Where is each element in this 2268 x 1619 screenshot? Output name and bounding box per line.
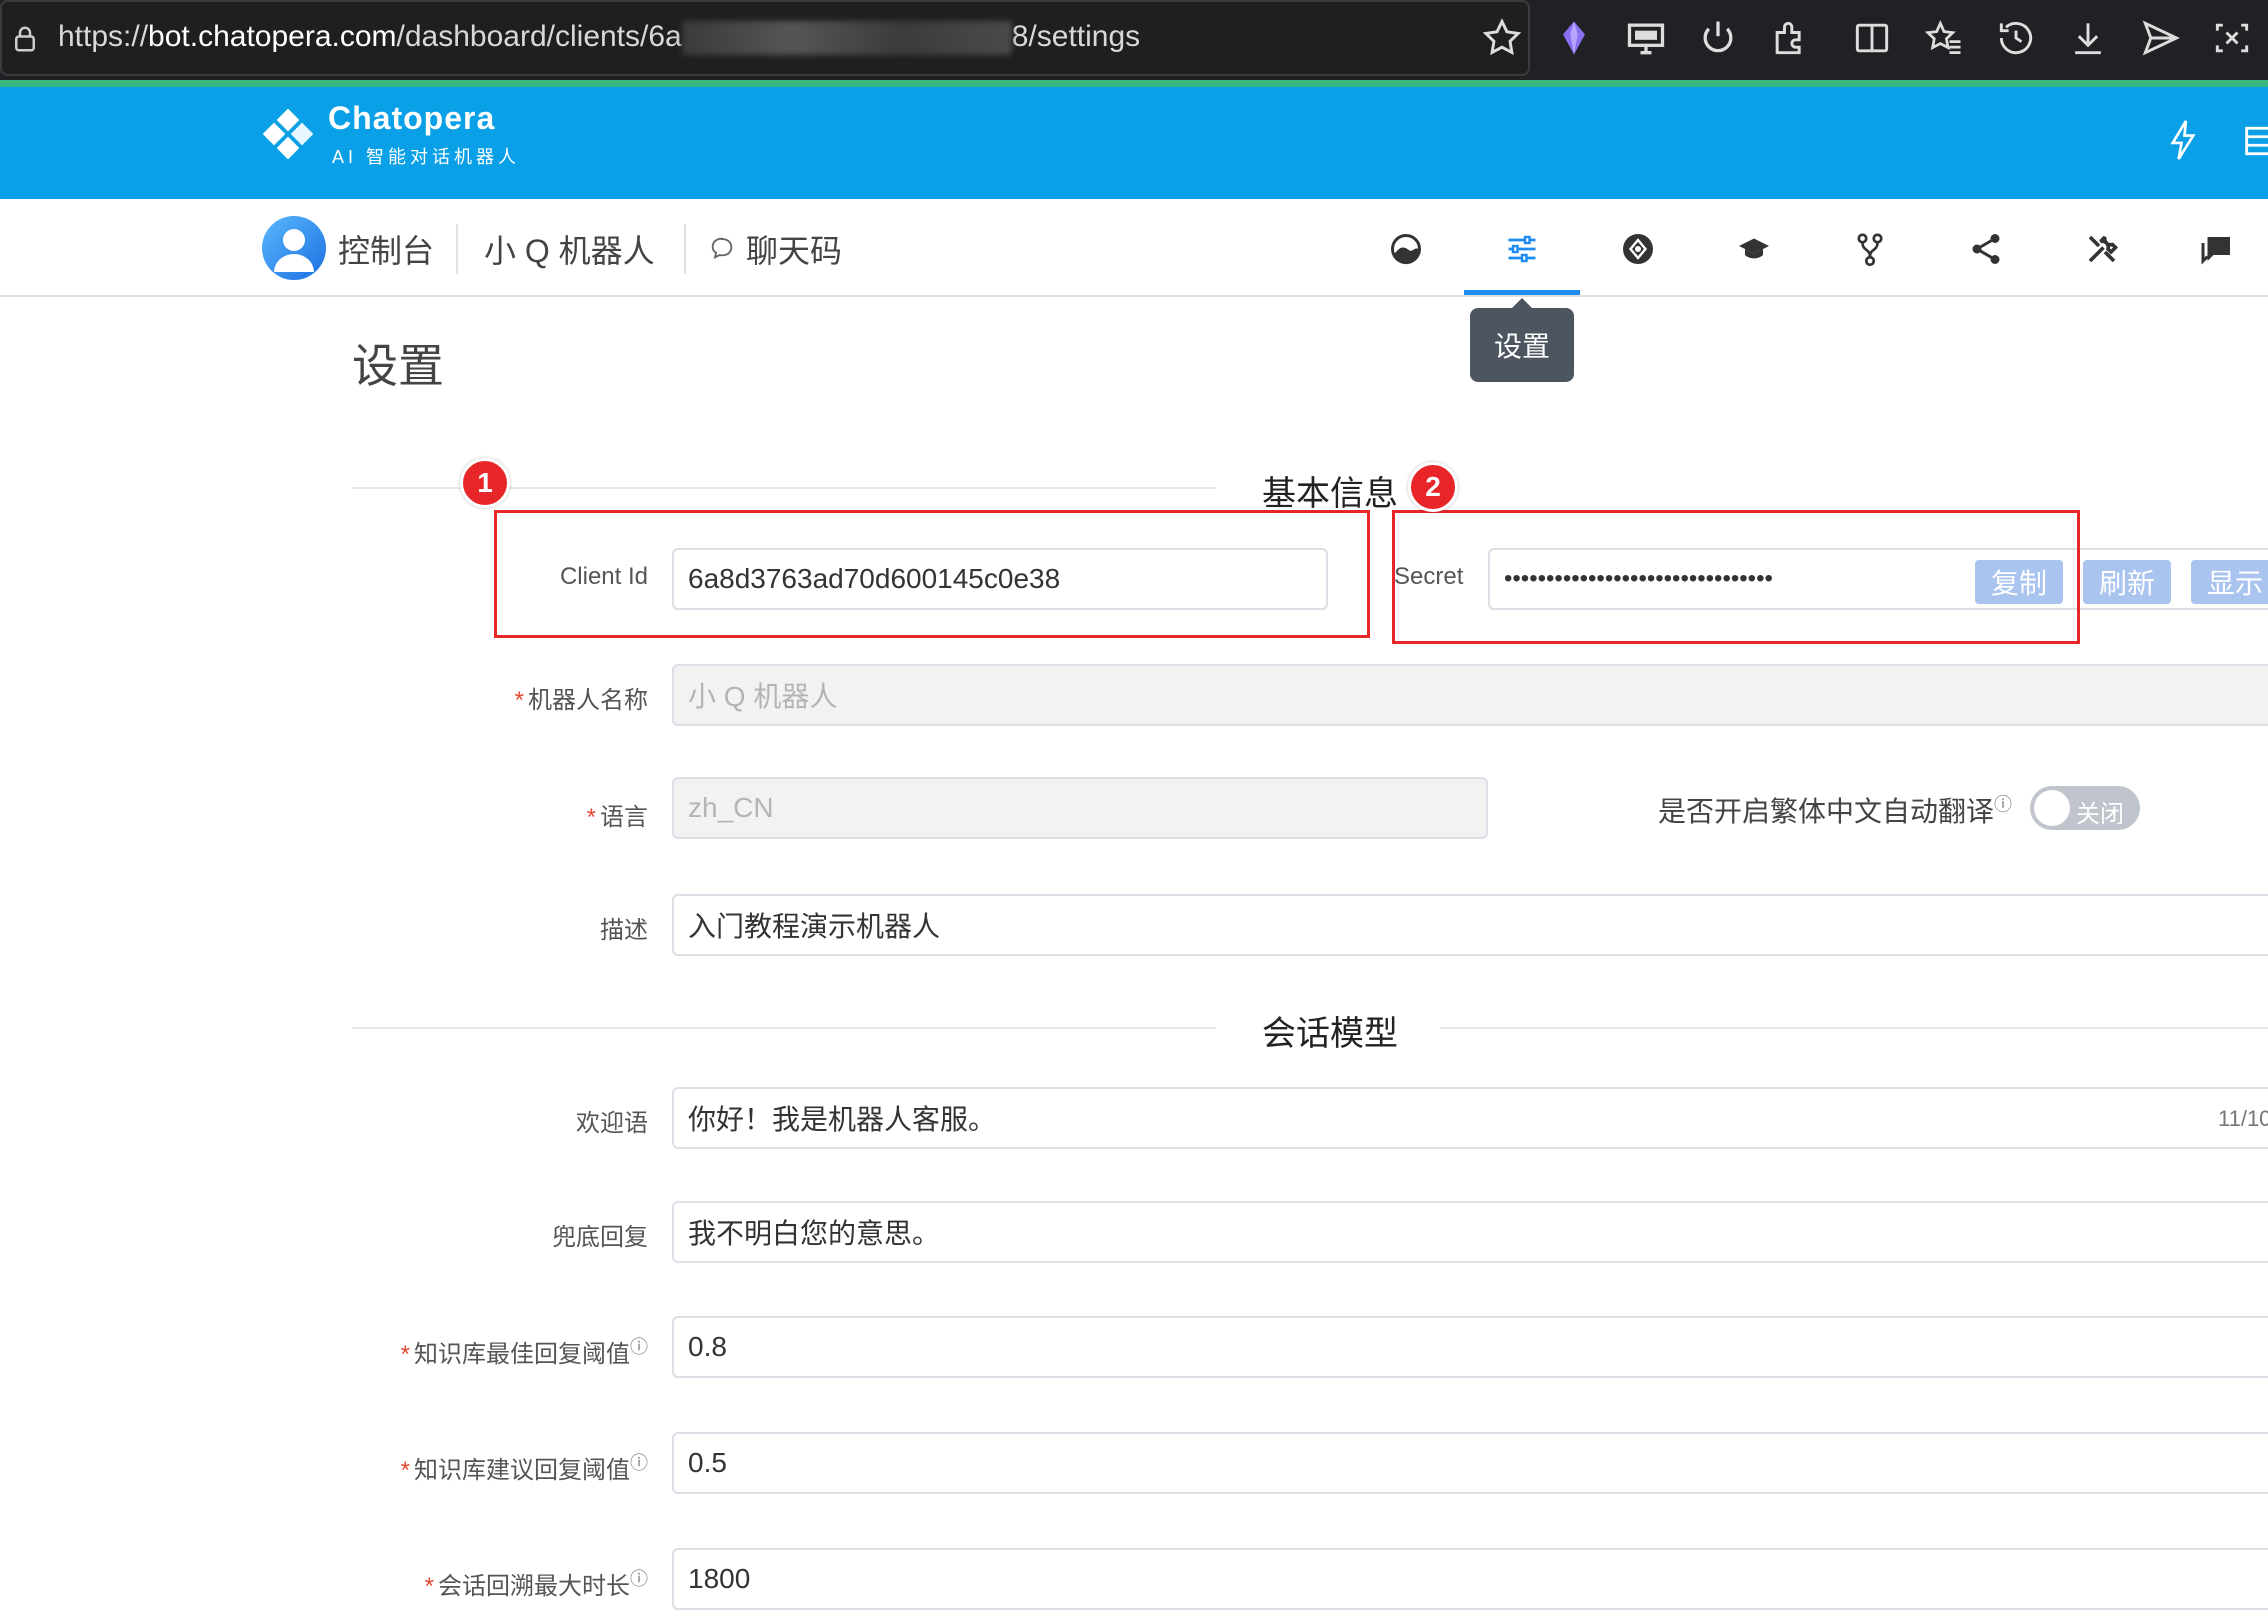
tab-share[interactable] — [1928, 222, 2044, 276]
callout-box-client-id — [494, 510, 1370, 638]
url-path-end: 8/settings — [1011, 20, 1141, 53]
required-mark: * — [400, 1341, 410, 1368]
tab-settings[interactable] — [1464, 222, 1580, 276]
star-icon[interactable] — [1480, 16, 1524, 60]
callout-box-secret — [1392, 510, 2080, 644]
kb-best-label-text: 知识库最佳回复阈值 — [414, 1341, 630, 1368]
url-host: bot.chatopera.com — [148, 20, 397, 53]
fallback-input[interactable]: 我不明白您的意思。 — [672, 1201, 2268, 1263]
section-divider — [1440, 1027, 2268, 1029]
url-prefix: https:// — [58, 20, 149, 53]
bot-name-input[interactable]: 小 Q 机器人 — [672, 664, 2268, 726]
share-send-icon[interactable] — [2138, 16, 2182, 60]
traditional-translate-text: 是否开启繁体中文自动翻译 — [1657, 796, 1994, 827]
callout-badge-2: 2 — [1408, 462, 1458, 512]
kb-suggest-threshold-input[interactable]: 0.5 — [672, 1432, 2268, 1494]
chat-code-link[interactable]: 聊天码 — [746, 226, 842, 272]
chatopera-logo-icon[interactable] — [262, 108, 314, 160]
settings-tooltip: 设置 — [1470, 308, 1574, 382]
chat-bubble-icon — [708, 234, 736, 262]
lock-icon[interactable] — [10, 24, 40, 54]
description-input[interactable]: 入门教程演示机器人 — [672, 894, 2268, 956]
download-icon[interactable] — [2066, 16, 2110, 60]
description-label: 描述 — [600, 917, 648, 944]
section-title-dialog: 会话模型 — [1262, 1015, 1398, 1053]
url-text[interactable]: https://bot.chatopera.com/dashboard/clie… — [58, 20, 1141, 56]
welcome-input[interactable]: 你好！我是机器人客服。 — [672, 1087, 2268, 1149]
section-divider — [352, 1027, 1216, 1029]
nav-divider — [456, 224, 458, 274]
extension-crystal-icon[interactable] — [1552, 16, 1596, 60]
console-link[interactable]: 控制台 — [338, 226, 434, 272]
power-icon[interactable] — [1696, 16, 1740, 60]
session-max-label-text: 会话回溯最大时长 — [438, 1573, 630, 1600]
url-path-start: /dashboard/clients/6a — [396, 20, 682, 53]
required-mark: * — [586, 804, 596, 831]
welcome-char-counter: 11/10 — [2218, 1106, 2268, 1131]
graduation-cap-icon — [1739, 238, 1769, 259]
tab-conversations[interactable] — [2160, 222, 2268, 276]
info-icon: ⓘ — [1994, 794, 2012, 815]
accent-line — [0, 80, 2268, 87]
network-icon — [1623, 234, 1653, 264]
tab-tools[interactable] — [2044, 222, 2160, 276]
gauge-icon — [1391, 234, 1421, 265]
required-mark: * — [400, 1457, 410, 1484]
bot-name-label-text: 机器人名称 — [528, 687, 648, 714]
language-label-text: 语言 — [600, 804, 648, 831]
share-icon — [1972, 234, 2000, 264]
toggle-knob — [2034, 790, 2070, 826]
kb-best-threshold-input[interactable]: 0.8 — [672, 1316, 2268, 1378]
info-icon: ⓘ — [630, 1569, 648, 1589]
required-mark: * — [424, 1573, 434, 1600]
brand-tagline: AI 智能对话机器人 — [332, 147, 521, 167]
refresh-secret-button[interactable]: 刷新 — [2083, 560, 2171, 604]
screenshot-icon[interactable] — [2210, 16, 2254, 60]
bot-name-link[interactable]: 小 Q 机器人 — [484, 226, 655, 272]
session-max-label: * 会话回溯最大时长ⓘ — [300, 1565, 648, 1601]
fork-icon — [1857, 233, 1883, 267]
tab-dashboard[interactable] — [1348, 222, 1464, 276]
tab-flow[interactable] — [1812, 222, 1928, 276]
tooltip-arrow — [1512, 298, 1532, 308]
tools-icon — [2088, 235, 2119, 263]
active-tab-indicator — [1464, 290, 1580, 295]
bot-name-label: * 机器人名称 — [360, 680, 648, 715]
required-mark: * — [514, 687, 524, 714]
tab-knowledge[interactable] — [1696, 222, 1812, 276]
kb-suggest-label-text: 知识库建议回复阈值 — [414, 1457, 630, 1484]
session-max-input[interactable]: 1800 — [672, 1548, 2268, 1610]
avatar[interactable] — [262, 216, 326, 280]
kb-best-label: * 知识库最佳回复阈值ⓘ — [300, 1333, 648, 1369]
callout-badge-1: 1 — [460, 458, 510, 508]
settings-sliders-icon — [1508, 235, 1536, 263]
info-icon: ⓘ — [630, 1453, 648, 1473]
kb-suggest-label: * 知识库建议回复阈值ⓘ — [300, 1449, 648, 1485]
history-icon[interactable] — [1994, 16, 2038, 60]
favorites-icon[interactable] — [1922, 16, 1966, 60]
traditional-translate-label: 是否开启繁体中文自动翻译ⓘ — [1648, 790, 2012, 830]
toggle-state-label: 关闭 — [2076, 801, 2124, 828]
extensions-icon[interactable] — [1768, 16, 1812, 60]
url-redacted — [681, 21, 1012, 56]
monitor-icon[interactable] — [1624, 16, 1668, 60]
info-icon: ⓘ — [630, 1337, 648, 1357]
fallback-label: 兜底回复 — [552, 1224, 648, 1251]
language-label: * 语言 — [360, 797, 648, 832]
brand-name[interactable]: Chatopera — [328, 100, 495, 137]
chat-box-icon — [2201, 237, 2230, 265]
list-icon[interactable] — [2243, 124, 2268, 158]
welcome-label: 欢迎语 — [576, 1110, 648, 1137]
show-secret-button[interactable]: 显示 — [2191, 560, 2268, 604]
page-title: 设置 — [352, 340, 444, 392]
tab-skills[interactable] — [1580, 222, 1696, 276]
split-screen-icon[interactable] — [1850, 16, 1894, 60]
language-select[interactable]: zh_CN — [672, 777, 1488, 839]
bolt-icon[interactable] — [2165, 118, 2201, 162]
nav-divider — [684, 224, 686, 274]
section-title-basic: 基本信息 — [1262, 475, 1398, 513]
